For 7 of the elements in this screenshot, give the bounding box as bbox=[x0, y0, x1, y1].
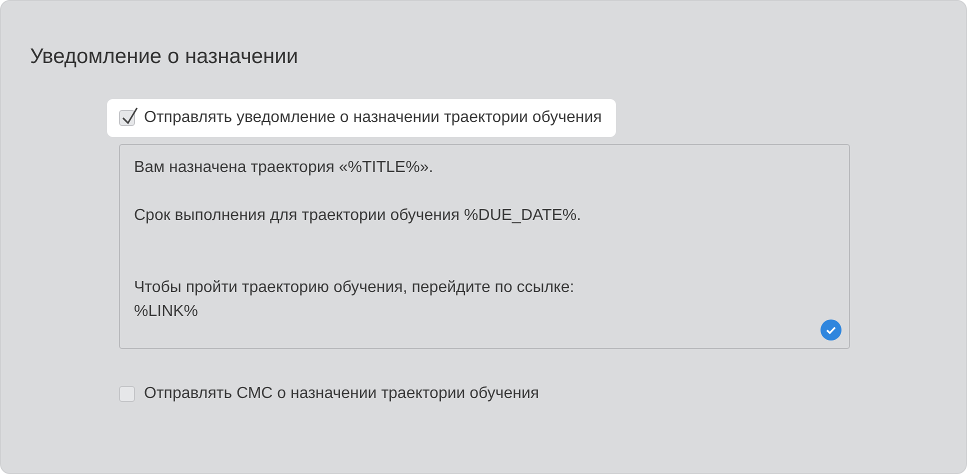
checkbox[interactable] bbox=[119, 110, 135, 126]
checkbox[interactable] bbox=[119, 386, 135, 402]
message-field[interactable]: Вам назначена траектория «%TITLE%». Срок выполнения для траектории обучения %DUE_DATE%. Чтобы пройти траекторию обучения, перейдите по ссылке: %LINK% bbox=[119, 144, 850, 349]
option-row[interactable]: Отправлять уведомление о назначении траектории обучения bbox=[107, 99, 616, 137]
option-label: Отправлять СМС о назначении траектории обучения bbox=[144, 384, 540, 404]
section-title: Уведомление о назначении bbox=[30, 44, 300, 70]
option-label: Отправлять уведомление о назначении траектории обучения bbox=[144, 108, 602, 128]
